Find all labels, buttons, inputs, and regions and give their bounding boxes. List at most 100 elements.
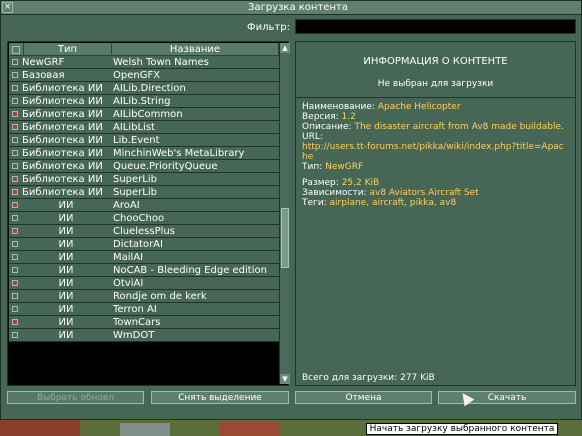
checkbox-icon[interactable] xyxy=(12,280,18,286)
content-type: ИИ xyxy=(58,265,74,276)
close-icon[interactable]: × xyxy=(2,2,13,13)
select-all-checkbox-header[interactable] xyxy=(9,43,24,56)
checkbox-icon[interactable] xyxy=(12,293,18,299)
list-scrollbar[interactable]: ▲ ▼ xyxy=(279,43,290,384)
checkbox-icon[interactable] xyxy=(12,59,18,65)
total-download-size: Всего для загрузки: 277 KiB xyxy=(302,373,435,383)
content-name: Lib.Event xyxy=(113,135,160,146)
info-description: Описание: The disaster aircraft from Av8… xyxy=(302,122,564,132)
checkbox-icon[interactable] xyxy=(12,319,18,325)
building-graphic xyxy=(220,422,280,436)
info-dependencies: Зависимости: av8 Aviators Aircraft Set xyxy=(302,188,479,198)
content-name: NoCAB - Bleeding Edge edition xyxy=(113,265,267,276)
checkbox-icon[interactable] xyxy=(12,306,18,312)
content-name: AroAI xyxy=(113,200,140,211)
list-item[interactable]: Библиотека ИИ SuperLib xyxy=(9,173,279,186)
title-bar[interactable]: × Загрузка контента xyxy=(1,1,581,15)
content-name: SuperLib xyxy=(113,187,157,198)
checkbox-icon[interactable] xyxy=(12,163,18,169)
content-name: MailAI xyxy=(113,252,144,263)
content-type: ИИ xyxy=(58,213,74,224)
info-url: URL: http://users.tt-forums.net/pikka/wik… xyxy=(302,132,564,162)
list-item[interactable]: ИИ AroAI xyxy=(9,199,279,212)
list-item[interactable]: ИИ Terron AI xyxy=(9,303,279,316)
list-item[interactable]: Библиотека ИИ SuperLib xyxy=(9,186,279,199)
content-list: Тип Название NewGRF Welsh Town Names Базов… xyxy=(7,41,290,386)
list-item[interactable]: ИИ Rondje om de kerk xyxy=(9,290,279,303)
filter-label: Фильтр: xyxy=(247,22,290,33)
list-item[interactable]: ИИ NoCAB - Bleeding Edge edition xyxy=(9,264,279,277)
content-type: Библиотека ИИ xyxy=(22,109,103,120)
content-name: Rondje om de kerk xyxy=(113,291,207,302)
list-item[interactable]: Библиотека ИИ AILib.String xyxy=(9,95,279,108)
content-type: NewGRF xyxy=(22,57,65,68)
list-item[interactable]: Базовая графикаOpenGFX xyxy=(9,69,279,94)
list-item[interactable]: ИИ ChooChoo xyxy=(9,212,279,225)
list-item[interactable]: Библиотека ИИ AILibCommon xyxy=(9,108,279,121)
content-type: Библиотека ИИ xyxy=(22,83,103,94)
checkbox-icon[interactable] xyxy=(12,176,18,182)
checkbox-icon[interactable] xyxy=(12,228,18,234)
list-item[interactable]: Библиотека ИИ MinchinWeb's MetaLibrary xyxy=(9,147,279,160)
content-info-panel: ИНФОРМАЦИЯ О КОНТЕНТЕ Не выбран для загр… xyxy=(295,41,576,386)
info-title: ИНФОРМАЦИЯ О КОНТЕНТЕ xyxy=(363,56,508,67)
list-item[interactable]: Библиотека ИИ AILibList xyxy=(9,121,279,134)
checkbox-icon[interactable] xyxy=(12,85,18,91)
scroll-down-icon[interactable]: ▼ xyxy=(280,374,290,384)
content-name: AILibCommon xyxy=(113,109,183,120)
checkbox-icon[interactable] xyxy=(12,254,18,260)
column-header-name[interactable]: Название xyxy=(112,43,279,56)
checkbox-icon[interactable] xyxy=(12,332,18,338)
road-graphic xyxy=(120,423,170,436)
info-name: Наименование: Apache Helicopter xyxy=(302,102,461,112)
info-selection-status: Не выбран для загрузки xyxy=(377,79,494,89)
checkbox-icon[interactable] xyxy=(12,189,18,195)
content-rows: NewGRF Welsh Town NamesБазовая графикаOpe… xyxy=(9,56,279,342)
content-name: Terron AI xyxy=(113,304,157,315)
list-item[interactable]: ИИ TownCars xyxy=(9,316,279,329)
list-item[interactable]: ИИ MailAI xyxy=(9,251,279,264)
list-item[interactable]: Библиотека ИИ Queue.PriorityQueue xyxy=(9,160,279,173)
scrollbar-thumb[interactable] xyxy=(281,208,289,268)
content-type: ИИ xyxy=(58,278,74,289)
checkbox-icon[interactable] xyxy=(12,72,18,78)
list-item[interactable]: ИИ DictatorAI xyxy=(9,238,279,251)
content-type: Библиотека ИИ xyxy=(22,122,103,133)
content-name: Queue.PriorityQueue xyxy=(113,161,218,172)
checkbox-icon[interactable] xyxy=(12,202,18,208)
list-item[interactable]: ИИ CluelessPlus xyxy=(9,225,279,238)
cancel-button[interactable]: Отмена xyxy=(295,391,432,404)
list-item[interactable]: NewGRF Welsh Town Names xyxy=(9,56,279,69)
content-type: ИИ xyxy=(58,330,74,341)
column-header-type[interactable]: Тип xyxy=(24,43,112,56)
checkbox-icon[interactable] xyxy=(12,124,18,130)
filter-input[interactable] xyxy=(295,19,576,34)
list-item[interactable]: Библиотека ИИ AILib.Direction xyxy=(9,82,279,95)
content-type: Библиотека ИИ xyxy=(22,96,103,107)
deselect-button[interactable]: Снять выделение xyxy=(151,391,289,404)
content-type: ИИ xyxy=(58,239,74,250)
checkbox-icon[interactable] xyxy=(12,98,18,104)
content-type: Библиотека ИИ xyxy=(22,148,103,159)
checkbox-icon[interactable] xyxy=(12,241,18,247)
checkbox-icon[interactable] xyxy=(12,215,18,221)
download-tooltip: Начать загрузку выбранного контента xyxy=(366,423,558,435)
content-type: Библиотека ИИ xyxy=(22,161,103,172)
checkbox-icon[interactable] xyxy=(12,267,18,273)
content-name: OtviAI xyxy=(113,278,144,289)
checkbox-icon[interactable] xyxy=(12,111,18,117)
scroll-up-icon[interactable]: ▲ xyxy=(280,43,290,53)
list-item[interactable]: ИИ WmDOT xyxy=(9,329,279,342)
info-size: Размер: 25,2 KiB xyxy=(302,178,380,188)
content-name: SuperLib xyxy=(113,174,157,185)
content-type: ИИ xyxy=(58,317,74,328)
list-item[interactable]: Библиотека ИИ Lib.Event xyxy=(9,134,279,147)
list-item[interactable]: ИИ OtviAI xyxy=(9,277,279,290)
checkbox-icon[interactable] xyxy=(12,137,18,143)
checkbox-icon[interactable] xyxy=(12,150,18,156)
divider xyxy=(296,97,575,98)
content-type: Библиотека ИИ xyxy=(22,174,103,185)
select-updates-button[interactable]: Выбрать обновл xyxy=(7,391,144,404)
info-version: Версия: 1.2 xyxy=(302,112,356,122)
content-name: OpenGFX xyxy=(113,70,161,81)
